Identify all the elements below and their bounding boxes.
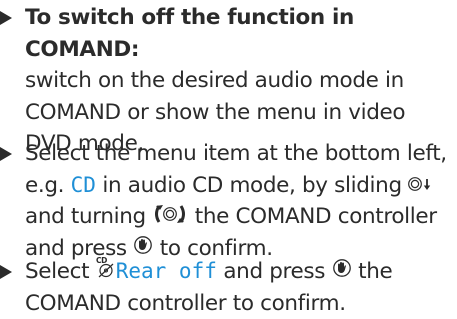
- triangle-bullet-icon: [0, 147, 12, 161]
- instruction-step-2: Select the menu item at the bottom left,…: [0, 138, 452, 265]
- step-2-body: Select the menu item at the bottom left,…: [25, 138, 452, 265]
- step-3-text-before: Select: [25, 259, 90, 284]
- step-3-highlight-rear-off: Rear off: [115, 259, 217, 283]
- rear-cd-icon: CD: [96, 256, 116, 288]
- instruction-step-1: To switch off the function in COMAND: swi…: [0, 2, 452, 160]
- step-2-text-after-highlight: in audio CD mode, by sliding: [102, 172, 402, 198]
- instruction-step-3: Select CD Rear off and press the COMAND c…: [0, 256, 452, 319]
- step-2-text-turning: and turning: [25, 204, 146, 230]
- step-3-body: Select CD Rear off and press the COMAND c…: [25, 256, 452, 319]
- controller-slide-down-icon: [408, 170, 432, 202]
- step-3-text-press: and press: [223, 259, 326, 284]
- controller-turn-icon: [152, 202, 188, 234]
- step-2-highlight-cd: CD: [70, 172, 96, 197]
- triangle-bullet-icon: [0, 265, 12, 279]
- step-1-heading: To switch off the function in COMAND:: [25, 5, 354, 62]
- instruction-page: To switch off the function in COMAND: swi…: [0, 0, 457, 319]
- triangle-bullet-icon: [0, 11, 12, 25]
- svg-text:CD: CD: [96, 256, 107, 265]
- step-1-body: To switch off the function in COMAND: swi…: [25, 2, 452, 160]
- controller-press-icon: [332, 256, 352, 288]
